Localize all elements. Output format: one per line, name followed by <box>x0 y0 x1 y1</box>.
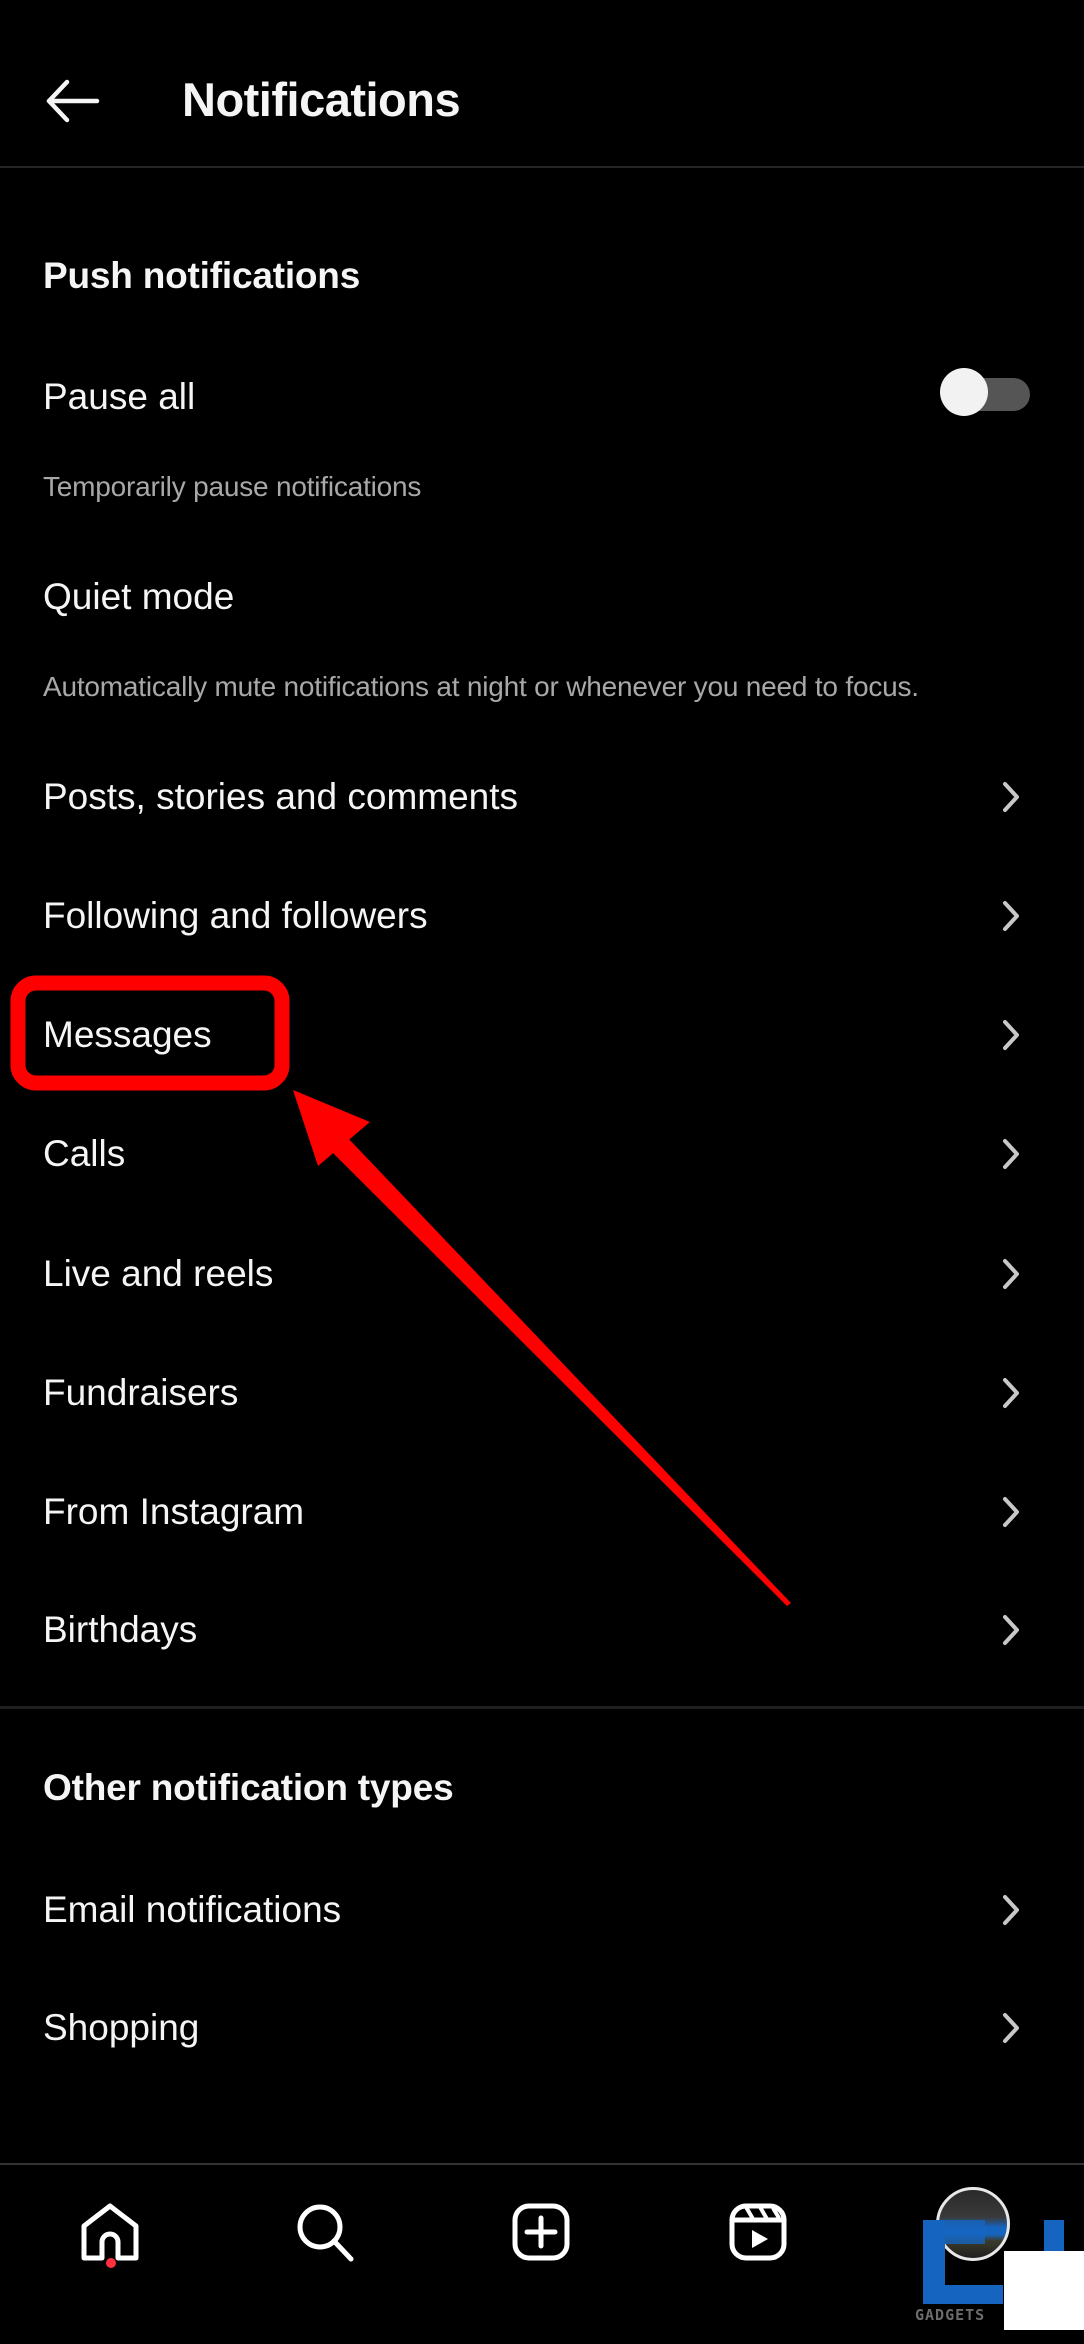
list-item-label: Birthdays <box>43 1609 198 1650</box>
watermark-text: GADGETS <box>915 2306 986 2324</box>
section-title-push-notifications: Push notifications <box>43 255 361 296</box>
list-item-label: Fundraisers <box>43 1372 239 1413</box>
list-item-from-instagram[interactable]: From Instagram <box>0 1462 1084 1562</box>
chevron-right-icon <box>1003 1020 1019 1050</box>
arrow-left-icon <box>46 79 100 123</box>
back-button[interactable] <box>36 72 106 130</box>
pause-all-row[interactable]: Pause all <box>0 347 1084 447</box>
watermark-block <box>945 2220 985 2244</box>
list-item-following-followers[interactable]: Following and followers <box>0 866 1084 966</box>
list-item-messages[interactable]: Messages <box>0 985 1084 1085</box>
list-item-fundraisers[interactable]: Fundraisers <box>0 1343 1084 1443</box>
section-title-other-notification-types: Other notification types <box>43 1767 454 1808</box>
section-divider <box>0 1706 1084 1709</box>
page-title: Notifications <box>182 73 461 126</box>
list-item-label: From Instagram <box>43 1491 305 1532</box>
pause-all-toggle[interactable] <box>938 366 1034 418</box>
search-icon <box>297 2204 354 2262</box>
notification-dot <box>106 2258 116 2268</box>
list-item-label: Live and reels <box>43 1253 274 1294</box>
chevron-right-icon <box>1003 1259 1019 1289</box>
quiet-mode-label: Quiet mode <box>43 576 235 617</box>
chevron-right-icon <box>1003 901 1019 931</box>
nav-reels[interactable] <box>713 2187 803 2277</box>
chevron-right-icon <box>1003 782 1019 812</box>
watermark-block <box>923 2285 1003 2304</box>
list-item-label: Email notifications <box>43 1889 342 1930</box>
quiet-mode-description: Automatically mute notifications at nigh… <box>43 671 919 702</box>
pause-all-description: Temporarily pause notifications <box>43 471 422 502</box>
list-item-shopping[interactable]: Shopping <box>0 1978 1084 2078</box>
list-item-label: Following and followers <box>43 895 428 936</box>
nav-search[interactable] <box>280 2187 370 2277</box>
list-item-label: Shopping <box>43 2007 200 2048</box>
watermark-white-box <box>1004 2251 1084 2330</box>
list-item-email-notifications[interactable]: Email notifications <box>0 1860 1084 1960</box>
chevron-right-icon <box>1003 1497 1019 1527</box>
header-divider <box>0 166 1084 168</box>
chevron-right-icon <box>1003 1139 1019 1169</box>
list-item-posts-stories-comments[interactable]: Posts, stories and comments <box>0 747 1084 847</box>
quiet-mode-row[interactable]: Quiet mode <box>0 547 1084 647</box>
nav-create[interactable] <box>496 2187 586 2277</box>
toggle-knob <box>940 368 988 416</box>
pause-all-label: Pause all <box>43 376 196 417</box>
home-icon <box>81 2203 139 2261</box>
list-item-birthdays[interactable]: Birthdays <box>0 1580 1084 1680</box>
list-item-label: Posts, stories and comments <box>43 776 519 817</box>
top-app-bar: Notifications <box>0 0 1084 167</box>
list-item-calls[interactable]: Calls <box>0 1104 1084 1204</box>
chevron-right-icon <box>1003 2013 1019 2043</box>
list-item-live-reels[interactable]: Live and reels <box>0 1224 1084 1324</box>
list-item-label: Messages <box>43 1014 212 1055</box>
chevron-right-icon <box>1003 1895 1019 1925</box>
list-item-label: Calls <box>43 1133 126 1174</box>
plus-square-icon <box>512 2203 570 2261</box>
chevron-right-icon <box>1003 1378 1019 1408</box>
chevron-right-icon <box>1003 1615 1019 1645</box>
reels-icon <box>729 2203 787 2261</box>
